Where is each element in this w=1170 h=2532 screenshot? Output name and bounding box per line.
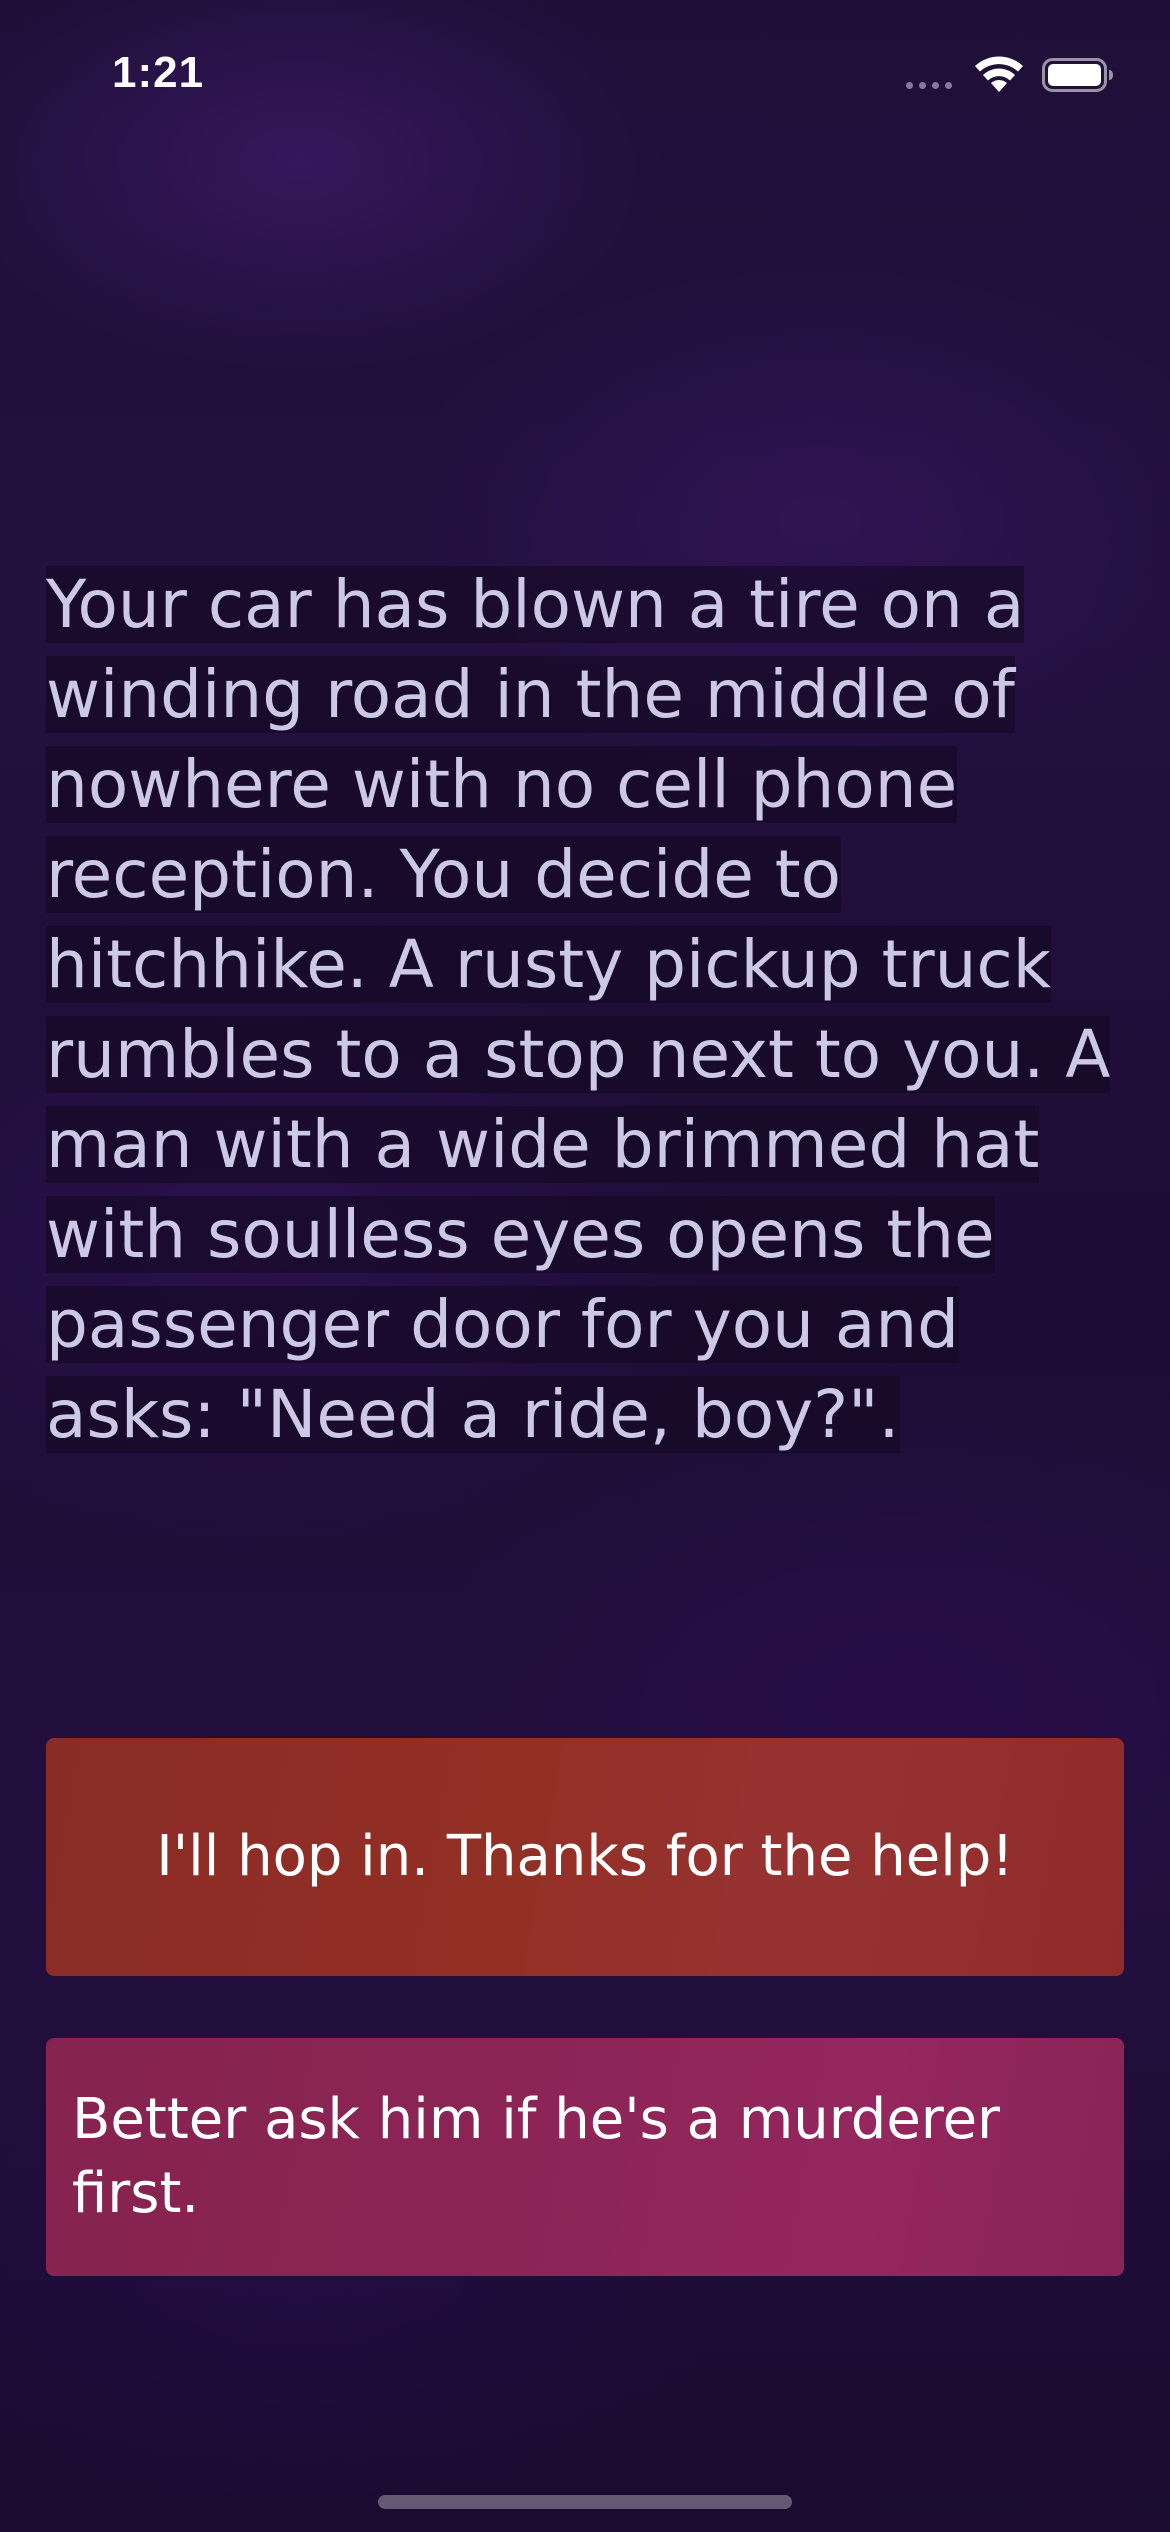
choice-hop-in-label: I'll hop in. Thanks for the help! — [156, 1824, 1014, 1889]
choice-hop-in-button[interactable]: I'll hop in. Thanks for the help! — [46, 1738, 1124, 1976]
choice-ask-murderer-label: Better ask him if he's a murderer first. — [72, 2087, 1001, 2226]
wifi-icon — [975, 56, 1023, 92]
story-text-content: Your car has blown a tire on a winding r… — [46, 566, 1111, 1453]
status-time: 1:21 — [112, 48, 205, 97]
home-indicator[interactable] — [378, 2495, 792, 2509]
choice-ask-murderer-button[interactable]: Better ask him if he's a murderer first. — [46, 2038, 1124, 2276]
story-text: Your car has blown a tire on a winding r… — [46, 560, 1126, 1460]
signal-dots-icon — [906, 82, 952, 89]
battery-icon — [1042, 58, 1113, 92]
status-bar: 1:21 — [0, 0, 1170, 140]
